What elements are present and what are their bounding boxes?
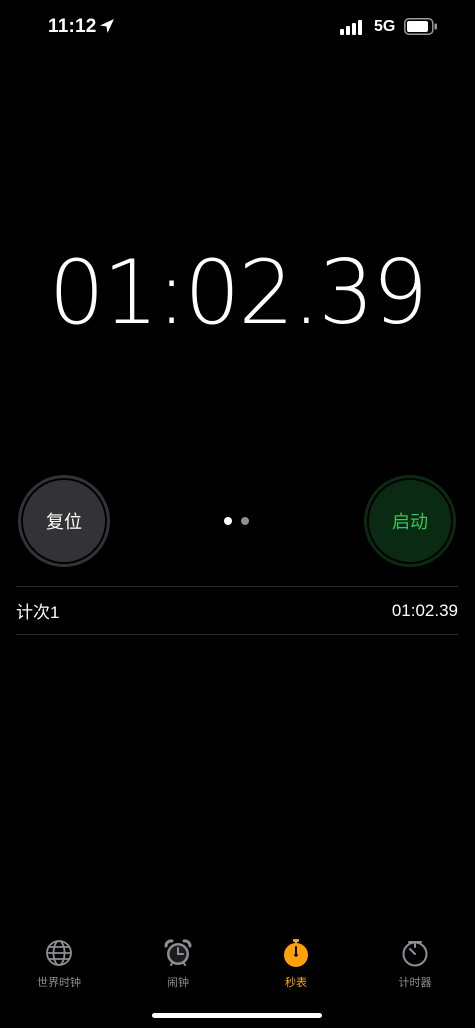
tab-stopwatch[interactable]: 秒表	[246, 938, 346, 990]
battery-icon	[404, 18, 437, 35]
page-dot-2[interactable]	[241, 517, 249, 525]
page-indicator[interactable]	[224, 517, 249, 525]
timer-icon	[402, 941, 428, 967]
tab-bar: 世界时钟 闹钟 秒表 计时器	[0, 938, 475, 998]
reset-button[interactable]: 复位	[18, 475, 110, 567]
divider	[16, 634, 458, 635]
reset-button-label: 复位	[46, 512, 82, 532]
tab-label: 秒表	[285, 977, 307, 989]
page-dot-1[interactable]	[224, 517, 232, 525]
status-time: 11:12	[48, 16, 97, 37]
alarm-clock-icon	[164, 939, 192, 966]
tab-alarm[interactable]: 闹钟	[128, 938, 228, 990]
location-arrow-icon	[100, 19, 114, 33]
globe-icon	[46, 940, 72, 966]
start-button[interactable]: 启动	[364, 475, 456, 567]
lap-label: 计次1	[16, 603, 60, 622]
tab-label: 闹钟	[167, 977, 189, 989]
tab-label: 世界时钟	[37, 977, 81, 989]
tab-label: 计时器	[398, 977, 432, 989]
tab-timer[interactable]: 计时器	[365, 938, 465, 990]
stopwatch-icon	[284, 939, 308, 967]
tab-world-clock[interactable]: 世界时钟	[9, 938, 109, 990]
network-type: 5G	[374, 18, 396, 35]
stopwatch-display: 01:02.39	[48, 241, 429, 344]
lap-time: 01:02.39	[391, 600, 458, 620]
lap-row: 计次1 01:02.39	[16, 587, 458, 634]
start-button-label: 启动	[392, 512, 428, 532]
cellular-signal-icon	[340, 20, 362, 35]
status-bar: 11:12 5G	[0, 0, 475, 58]
lap-list: 计次1 01:02.39	[16, 586, 458, 635]
home-indicator[interactable]	[152, 1013, 322, 1018]
